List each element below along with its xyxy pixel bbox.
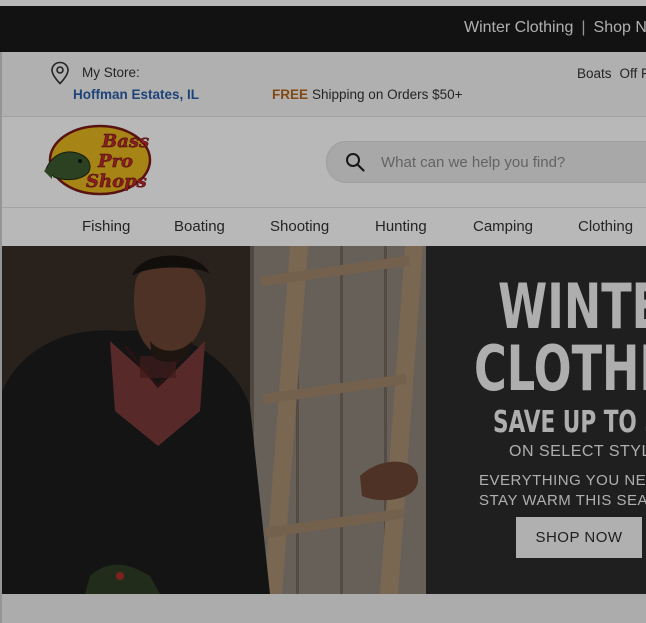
nav-item-clothing[interactable]: Clothing: [578, 218, 633, 235]
utility-links: Boats Off F: [577, 66, 646, 81]
left-edge-divider: [0, 52, 2, 623]
logo-text-bass: Bass: [101, 131, 149, 152]
map-pin-icon: [51, 61, 69, 85]
utility-link-boats[interactable]: Boats: [577, 66, 612, 81]
utility-link-off[interactable]: Off F: [620, 66, 646, 81]
hero-save-text: SAVE UP TO 50: [493, 405, 646, 440]
logo-text-pro: Pro: [97, 151, 133, 172]
hero-photo: [0, 246, 426, 594]
promo-text[interactable]: Winter Clothing | Shop No: [464, 19, 646, 37]
promo-shop-now-link[interactable]: Shop No: [594, 19, 646, 36]
promo-winter-clothing[interactable]: Winter Clothing: [464, 19, 573, 36]
my-store-label: My Store:: [82, 65, 140, 80]
nav-item-boating[interactable]: Boating: [174, 218, 225, 235]
hero-desc-line1: EVERYTHING YOU NEED: [479, 472, 646, 489]
hero-select-styles: ON SELECT STYLES: [509, 443, 646, 460]
main-nav: Fishing Boating Shooting Hunting Camping…: [0, 207, 646, 247]
hero-text-panel: WINTER CLOTHIN SAVE UP TO 50 ON SELECT S…: [426, 246, 646, 594]
shop-now-button[interactable]: SHOP NOW: [516, 517, 642, 558]
bass-pro-shops-logo[interactable]: Bass Pro Shops: [40, 123, 152, 197]
promo-bar: Winter Clothing | Shop No: [0, 6, 646, 52]
nav-item-hunting[interactable]: Hunting: [375, 218, 427, 235]
hero-banner[interactable]: WINTER CLOTHIN SAVE UP TO 50 ON SELECT S…: [0, 246, 646, 594]
search-input[interactable]: [381, 142, 646, 182]
below-hero-strip: [0, 594, 646, 623]
hero-title-line1: WINTER: [498, 270, 646, 343]
site-header: Bass Pro Shops: [0, 117, 646, 207]
shipping-free-label: FREE: [272, 87, 309, 102]
shipping-notice: FREE Shipping on Orders $50+: [272, 87, 463, 102]
hero-desc-line2: STAY WARM THIS SEAS: [479, 492, 646, 509]
nav-item-shooting[interactable]: Shooting: [270, 218, 329, 235]
search-icon[interactable]: [345, 152, 365, 172]
store-name-link[interactable]: Hoffman Estates, IL: [73, 87, 199, 102]
search-bar[interactable]: [326, 141, 646, 183]
hero-title-line2: CLOTHIN: [474, 332, 646, 405]
shipping-text: Shipping on Orders $50+: [312, 87, 463, 102]
logo-text-shops: Shops: [86, 171, 147, 192]
hero-description: EVERYTHING YOU NEED STAY WARM THIS SEAS: [479, 471, 646, 511]
nav-item-camping[interactable]: Camping: [473, 218, 533, 235]
utility-bar: My Store: Hoffman Estates, IL FREE Shippi…: [0, 52, 646, 117]
promo-separator: |: [581, 19, 586, 36]
nav-item-fishing[interactable]: Fishing: [82, 218, 130, 235]
